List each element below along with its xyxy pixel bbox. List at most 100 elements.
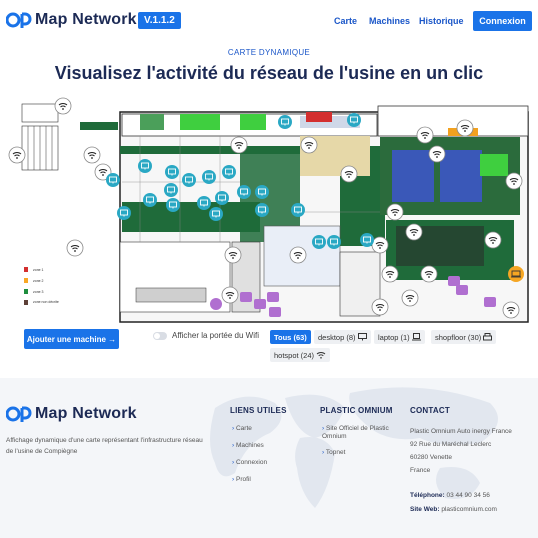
hotspot-marker [416,126,434,144]
hotspot-marker [502,301,520,319]
laptop-markers[interactable] [508,266,524,282]
op-logo-icon [6,12,32,28]
footer-link-official-site[interactable]: Site Officiel de Plastic Omnium [322,425,402,441]
desktop-marker [209,207,223,221]
footer [0,378,538,538]
legend-label-zone-undefined: zone non décrite [33,300,59,304]
filter-shopfloor-label: shopfloor (30) [435,332,482,342]
desktop-marker [117,206,131,220]
section-eyebrow: CARTE DYNAMIQUE [227,48,311,57]
hotspot-marker [401,289,419,307]
legend-label-zone-2: zone 2 [33,279,44,283]
filter-all-label: Tous (63) [274,332,307,342]
footer-heading-useful-links: LIENS UTILES [230,406,287,415]
wifi-range-toggle-label: Afficher la portée du Wifi [172,331,260,340]
footer-link-machines[interactable]: Machines [232,442,264,449]
page-title: Visualisez l'activité du réseau de l'usi… [54,63,484,83]
desktop-marker [164,183,178,197]
app-logo[interactable]: Map Network [6,10,137,30]
footer-contact-street: 92 Rue du Maréchal Leclerc [410,441,492,448]
hotspot-marker [456,119,474,137]
footer-web-value[interactable]: plasticomnium.com [441,506,497,513]
map-legend: zone 1 zone 2 zone 3 zone non décrite [24,267,59,305]
footer-link-carte[interactable]: Carte [232,425,252,432]
header: Map Network V.1.1.2 Carte Machines Histo… [0,0,538,42]
nav-link-historique[interactable]: Historique [419,16,464,26]
shopfloor-marker [267,292,279,302]
footer-link-topnet[interactable]: Topnet [322,449,346,456]
desktop-marker [360,233,374,247]
filter-hotspot[interactable]: hotspot (24) [270,348,331,362]
footer-contact-website: Site Web: plasticomnium.com [410,506,497,513]
hotspot-marker [54,97,72,115]
desktop-marker [255,185,269,199]
filter-laptop[interactable]: laptop (1) [374,330,425,344]
footer-heading-plastic-omnium: PLASTIC OMNIUM [320,406,393,415]
nav-link-machines[interactable]: Machines [369,16,410,26]
monitor-icon [357,333,367,341]
version-badge: V.1.1.2 [138,12,181,29]
login-button[interactable]: Connexion [473,11,532,31]
desktop-marker [165,165,179,179]
desktop-marker [215,191,229,205]
filter-all[interactable]: Tous (63) [270,330,311,344]
shopfloor-marker [484,297,496,307]
desktop-marker [222,165,236,179]
nav-link-carte[interactable]: Carte [334,16,357,26]
op-logo-icon [6,406,32,422]
desktop-marker [291,203,305,217]
desktop-marker [278,115,292,129]
shopfloor-marker [456,285,468,295]
legend-swatch-zone-1 [24,267,28,272]
hotspot-marker [8,146,26,164]
footer-link-connexion[interactable]: Connexion [232,459,267,466]
footer-heading-contact: CONTACT [410,406,450,415]
hotspot-marker [66,239,84,257]
legend-swatch-zone-2 [24,278,28,283]
shopfloor-marker [254,299,266,309]
filter-shopfloor[interactable]: shopfloor (30) [431,330,497,344]
hotspot-marker [405,223,423,241]
footer-contact-phone: Téléphone: 03 44 90 34 56 [410,492,490,499]
hotspot-marker [224,246,242,264]
wifi-icon [316,352,326,359]
footer-description: Affichage dynamique d'une carte représen… [6,437,203,455]
desktop-marker [327,235,341,249]
filter-hotspot-label: hotspot (24) [274,350,315,360]
desktop-marker [312,235,326,249]
shopfloor-marker [269,307,281,317]
desktop-marker [237,185,251,199]
footer-logo[interactable]: Map Network [6,404,137,424]
desktop-marker [182,173,196,187]
legend-label-zone-3: zone 3 [33,290,44,294]
factory-map[interactable]: zone 1 zone 2 zone 3 zone non décrite [0,92,538,324]
desktop-marker [106,173,120,187]
footer-app-name: Map Network [35,405,137,422]
hotspot-marker [371,298,389,316]
laptop-icon [411,333,421,341]
hotspot-marker [221,286,239,304]
laptop-marker [508,266,524,282]
shopfloor-marker [210,298,222,310]
hotspot-marker [371,236,389,254]
desktop-marker [138,159,152,173]
hotspot-marker [484,231,502,249]
filter-desktop[interactable]: desktop (8) [314,330,371,344]
hotspot-marker [300,136,318,154]
world-map-background [210,387,498,508]
footer-contact-city: 60280 Venette [410,454,452,461]
desktop-marker [197,196,211,210]
footer-link-profil[interactable]: Profil [232,476,251,483]
add-machine-button[interactable]: Ajouter une machine → [24,329,119,349]
hotspot-marker [420,265,438,283]
legend-label-zone-1: zone 1 [33,268,44,272]
hotspot-marker [83,146,101,164]
factory-floorplan [21,103,529,323]
footer-phone-value: 03 44 90 34 56 [446,492,490,499]
legend-swatch-zone-3 [24,289,28,294]
wifi-range-toggle[interactable] [153,332,167,340]
desktop-marker [202,170,216,184]
desktop-marker [255,203,269,217]
legend-swatch-zone-undefined [24,300,28,305]
footer-phone-label: Téléphone: [410,492,445,499]
